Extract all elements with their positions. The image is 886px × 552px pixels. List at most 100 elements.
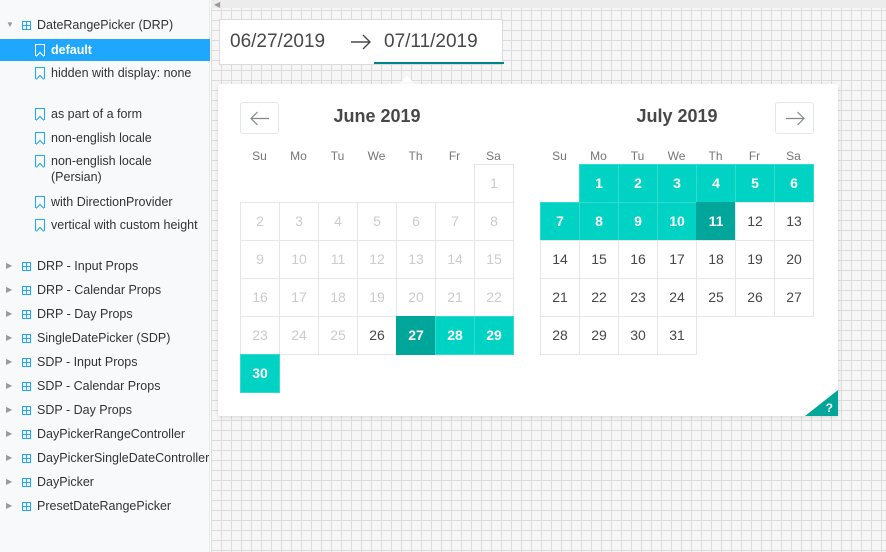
calendar-day: 3 xyxy=(279,202,319,241)
calendar-day[interactable]: 20 xyxy=(774,240,814,279)
calendar-day[interactable]: 9 xyxy=(618,202,658,241)
calendar-day[interactable]: 25 xyxy=(696,278,736,317)
story-item[interactable]: with DirectionProvider xyxy=(0,193,210,215)
chevron-right-icon: ▶ xyxy=(6,333,13,342)
bookmark-icon xyxy=(35,108,45,120)
calendar-day[interactable]: 29 xyxy=(579,316,619,355)
weekday-label: Sa xyxy=(486,149,501,163)
calendar-day[interactable]: 27 xyxy=(774,278,814,317)
component-icon xyxy=(19,17,33,33)
calendar-day[interactable]: 5 xyxy=(735,164,775,203)
calendar-day[interactable]: 11 xyxy=(696,202,736,241)
calendar-day[interactable]: 28 xyxy=(435,316,475,355)
tree-group-label: DayPickerRangeController xyxy=(37,427,185,441)
calendar-day[interactable]: 4 xyxy=(696,164,736,203)
chevron-right-icon: ▶ xyxy=(6,429,13,438)
calendar-day[interactable]: 1 xyxy=(579,164,619,203)
calendar-day[interactable]: 6 xyxy=(774,164,814,203)
tree-group-label: DRP - Calendar Props xyxy=(37,283,162,297)
tree-group[interactable]: ▶ DayPicker xyxy=(0,474,210,490)
calendar-day[interactable]: 24 xyxy=(657,278,697,317)
weekday-label: Th xyxy=(708,149,723,163)
tree-group[interactable]: ▶ DRP - Day Props xyxy=(0,306,210,322)
calendar-day[interactable]: 26 xyxy=(357,316,397,355)
calendar-day[interactable]: 30 xyxy=(618,316,658,355)
tree-group[interactable]: ▶ SDP - Day Props xyxy=(0,402,210,418)
bookmark-icon xyxy=(35,196,45,208)
calendar-day[interactable]: 28 xyxy=(540,316,580,355)
calendar-day[interactable]: 27 xyxy=(396,316,436,355)
chevron-right-icon: ▶ xyxy=(6,453,13,462)
tree-group[interactable]: ▶ SDP - Calendar Props xyxy=(0,378,210,394)
calendar-day: 6 xyxy=(396,202,436,241)
canvas-toolbar xyxy=(211,0,886,8)
calendar-day[interactable]: 16 xyxy=(618,240,658,279)
chevron-right-icon: ▶ xyxy=(6,285,13,294)
calendar-day[interactable]: 15 xyxy=(579,240,619,279)
tree-group-label: DayPicker xyxy=(37,475,94,489)
calendar-day[interactable]: 10 xyxy=(657,202,697,241)
calendar-day[interactable]: 8 xyxy=(579,202,619,241)
question-icon[interactable]: ? xyxy=(826,401,833,415)
calendar-day[interactable]: 18 xyxy=(696,240,736,279)
bookmark-icon xyxy=(35,44,45,56)
chevron-right-icon: ▶ xyxy=(6,501,13,510)
story-item[interactable]: default xyxy=(0,39,210,61)
calendar-day[interactable]: 31 xyxy=(657,316,697,355)
tree-group-label: PresetDateRangePicker xyxy=(37,499,172,513)
component-icon xyxy=(19,354,33,370)
tree-group[interactable]: ▶ PresetDateRangePicker xyxy=(0,498,210,514)
calendar-day[interactable]: 3 xyxy=(657,164,697,203)
tree-group-label: DRP - Input Props xyxy=(37,259,139,273)
chevron-down-icon: ▼ xyxy=(6,20,14,29)
weekday-label: Mo xyxy=(290,149,307,163)
chevron-right-icon: ▶ xyxy=(6,381,13,390)
calendar-day[interactable]: 26 xyxy=(735,278,775,317)
calendar-day: 10 xyxy=(279,240,319,279)
calendar-day[interactable]: 21 xyxy=(540,278,580,317)
right-arrow-icon xyxy=(351,34,371,50)
story-item[interactable]: non-english locale xyxy=(0,129,210,151)
month-title: July 2019 xyxy=(636,106,718,126)
collapse-panel-icon[interactable]: ◀ xyxy=(214,0,220,9)
tree-group[interactable]: ▶ DayPickerSingleDateController xyxy=(0,450,210,466)
component-icon xyxy=(19,330,33,346)
weekday-label: Su xyxy=(552,149,567,163)
story-item[interactable]: as part of a form xyxy=(0,105,210,127)
tree-group[interactable]: ▶ DRP - Input Props xyxy=(0,258,210,274)
tree-group[interactable]: ▶ SDP - Input Props xyxy=(0,354,210,370)
calendar-day[interactable]: 19 xyxy=(735,240,775,279)
story-item[interactable]: vertical with custom height xyxy=(0,216,210,250)
calendar-day[interactable]: 23 xyxy=(618,278,658,317)
tree-group-daterangepicker[interactable]: ▼ DateRangePicker (DRP) xyxy=(0,17,210,33)
calendar-day[interactable]: 13 xyxy=(774,202,814,241)
story-item[interactable]: hidden with display: none xyxy=(0,64,210,98)
calendar-day[interactable]: 17 xyxy=(657,240,697,279)
calendar-day[interactable]: 29 xyxy=(474,316,514,355)
calendar-day: 4 xyxy=(318,202,358,241)
calendar-day: 11 xyxy=(318,240,358,279)
story-item[interactable]: non-english locale (Persian) xyxy=(0,152,210,186)
story-label: vertical with custom height xyxy=(51,218,198,232)
weekday-label: Tu xyxy=(630,149,645,163)
tree-group[interactable]: ▶ DayPickerRangeController xyxy=(0,426,210,442)
calendar-day[interactable]: 12 xyxy=(735,202,775,241)
start-date-input[interactable]: 06/27/2019 xyxy=(230,20,325,64)
calendar-day[interactable]: 2 xyxy=(618,164,658,203)
weekday-label: We xyxy=(667,149,686,163)
component-icon xyxy=(19,426,33,442)
tree-group[interactable]: ▶ DRP - Calendar Props xyxy=(0,282,210,298)
month-title: June 2019 xyxy=(333,106,421,126)
weekday-label: Su xyxy=(252,149,267,163)
end-date-input[interactable]: 07/11/2019 xyxy=(384,20,504,64)
keyboard-shortcuts-button[interactable] xyxy=(805,390,838,416)
tree-group[interactable]: ▶ SingleDatePicker (SDP) xyxy=(0,330,210,346)
calendar-day: 12 xyxy=(357,240,397,279)
calendar-day: 22 xyxy=(474,278,514,317)
story-sidebar: ▼ DateRangePicker (DRP) default hidden wi… xyxy=(0,0,210,552)
calendar-day[interactable]: 30 xyxy=(240,354,280,393)
calendar-day[interactable]: 22 xyxy=(579,278,619,317)
bookmark-icon xyxy=(35,132,45,144)
calendar-day[interactable]: 7 xyxy=(540,202,580,241)
calendar-day[interactable]: 14 xyxy=(540,240,580,279)
